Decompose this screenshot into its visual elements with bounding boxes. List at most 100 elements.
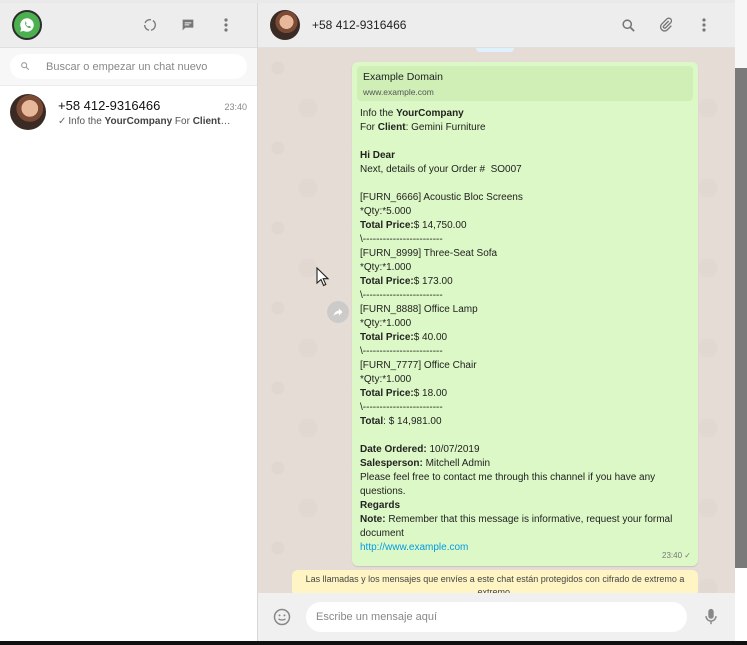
message-line: \------------------------ xyxy=(360,233,690,247)
message-text: Remember that this message is informativ… xyxy=(385,514,673,525)
message-bold-text: YourCompany xyxy=(396,108,464,119)
message-text: $ 18.00 xyxy=(413,388,448,399)
search-input[interactable] xyxy=(46,60,237,73)
edge-block xyxy=(735,0,747,68)
message-link[interactable]: http://www.example.com xyxy=(360,542,468,553)
message-text: $ 173.00 xyxy=(413,276,453,287)
message-line: Next, details of your Order # SO007 xyxy=(360,163,690,177)
message-text: Next, details of your Order # SO007 xyxy=(360,164,522,175)
message-line: Please feel free to contact me through t… xyxy=(360,471,690,485)
microphone-icon[interactable] xyxy=(699,598,723,636)
message-line xyxy=(360,177,690,191)
message-line: Total Price:$ 14,750.00 xyxy=(360,219,690,233)
search-bar xyxy=(0,48,257,86)
message-text: [FURN_6666] Acoustic Bloc Screens xyxy=(360,192,523,203)
message-bold-text: Hi Dear xyxy=(360,150,396,161)
message-line: questions. xyxy=(360,485,690,499)
message-text: Mitchell Admin xyxy=(422,458,491,469)
preview-ellipsis: … xyxy=(220,115,231,127)
preview-company: YourCompany xyxy=(104,115,173,127)
search-icon[interactable] xyxy=(609,6,647,44)
link-preview-title: Example Domain xyxy=(363,71,443,83)
whatsapp-web-app: +58 412-9316466 23:40 ✓Info the YourComp… xyxy=(0,0,735,641)
message-text: Info the xyxy=(360,108,397,119)
emoji-icon[interactable] xyxy=(270,598,294,636)
preview-text: Info the xyxy=(68,115,105,127)
chat-info: +58 412-9316466 23:40 ✓ Info the YourComp… xyxy=(58,98,247,127)
message-area[interactable]: Example Domain www.example.com Info the … xyxy=(258,48,735,593)
date-pill xyxy=(476,48,514,52)
message-line: Total: $ 14,981.00 xyxy=(360,415,690,429)
message-text: [FURN_8999] Three-Seat Sofa xyxy=(360,248,498,259)
message-line: *Qty:*1.000 xyxy=(360,373,690,387)
message-text: *Qty:*1.000 xyxy=(360,374,412,385)
search-box xyxy=(10,54,247,79)
message-text: questions. xyxy=(360,486,406,497)
message-line: *Qty:*1.000 xyxy=(360,261,690,275)
message-text: 10/07/2019 xyxy=(426,444,480,455)
compose-input-wrap xyxy=(306,602,687,632)
message-bold-text: Total Price: xyxy=(360,276,414,287)
chat-time: 23:40 xyxy=(224,101,247,112)
message-text: \------------------------ xyxy=(360,290,443,301)
message-line: \------------------------ xyxy=(360,345,690,359)
conversation-header: +58 412-9316466 xyxy=(258,3,735,48)
vertical-dots-icon[interactable] xyxy=(685,6,723,44)
compose-bar xyxy=(258,593,735,641)
message-text: *Qty:*5.000 xyxy=(360,206,412,217)
window-edge xyxy=(735,0,747,641)
status-circle-icon[interactable] xyxy=(131,6,169,44)
whatsapp-logo-icon[interactable] xyxy=(12,10,42,40)
message-line: document xyxy=(360,527,690,541)
message-bold-text: Note: xyxy=(360,514,386,525)
message-text: document xyxy=(360,528,404,539)
message-text: For xyxy=(360,122,378,133)
message-input[interactable] xyxy=(316,611,677,623)
chat-bubble-icon[interactable] xyxy=(169,6,207,44)
encryption-notice[interactable]: Las llamadas y los mensajes que envíes a… xyxy=(292,570,698,593)
bottom-edge xyxy=(0,641,747,645)
message-line: Hi Dear xyxy=(360,149,690,163)
message-line: Note: Remember that this message is info… xyxy=(360,513,690,527)
message-time: 23:40 xyxy=(662,551,683,560)
message-line: Total Price:$ 18.00 xyxy=(360,387,690,401)
paperclip-icon[interactable] xyxy=(647,6,685,44)
message-line: Info the YourCompany xyxy=(360,107,690,121)
vertical-dots-icon[interactable] xyxy=(207,6,245,44)
contact-avatar[interactable] xyxy=(270,10,300,40)
preview-client: Client xyxy=(192,115,221,127)
message-text: \------------------------ xyxy=(360,402,443,413)
message-line: [FURN_8999] Three-Seat Sofa xyxy=(360,247,690,261)
message-text: $ 14,750.00 xyxy=(413,220,467,231)
mouse-cursor-icon xyxy=(316,266,330,292)
message-bold-text: Total xyxy=(360,416,384,427)
message-text: : $ 14,981.00 xyxy=(383,416,442,427)
message-line xyxy=(360,429,690,443)
message-bold-text: Salesperson: xyxy=(360,458,423,469)
avatar xyxy=(10,94,46,130)
outgoing-message-bubble[interactable]: Example Domain www.example.com Info the … xyxy=(352,62,698,566)
message-line: *Qty:*5.000 xyxy=(360,205,690,219)
message-line: Total Price:$ 40.00 xyxy=(360,331,690,345)
message-bold-text: Total Price: xyxy=(360,220,414,231)
edge-block xyxy=(735,568,747,641)
chat-list-item[interactable]: +58 412-9316466 23:40 ✓ Info the YourComp… xyxy=(0,86,257,138)
left-header xyxy=(0,3,257,48)
link-preview[interactable]: Example Domain www.example.com xyxy=(357,66,693,101)
chat-name: +58 412-9316466 xyxy=(58,97,161,113)
preview-text-mid: For xyxy=(172,115,193,127)
edge-block xyxy=(735,68,747,568)
message-line: [FURN_7777] Office Chair xyxy=(360,359,690,373)
message-line: [FURN_6666] Acoustic Bloc Screens xyxy=(360,191,690,205)
message-line: Salesperson: Mitchell Admin xyxy=(360,457,690,471)
message-status-check-icon: ✓ xyxy=(684,551,691,560)
search-icon xyxy=(20,58,30,76)
message-line: Date Ordered: 10/07/2019 xyxy=(360,443,690,457)
message-line: Regards xyxy=(360,499,690,513)
contact-name[interactable]: +58 412-9316466 xyxy=(312,18,609,32)
message-text: [FURN_7777] Office Chair xyxy=(360,360,477,371)
message-line: \------------------------ xyxy=(360,401,690,415)
message-line: [FURN_8888] Office Lamp xyxy=(360,303,690,317)
forward-icon[interactable] xyxy=(327,301,349,323)
chat-preview: ✓ Info the YourCompany For Client… xyxy=(58,116,247,127)
